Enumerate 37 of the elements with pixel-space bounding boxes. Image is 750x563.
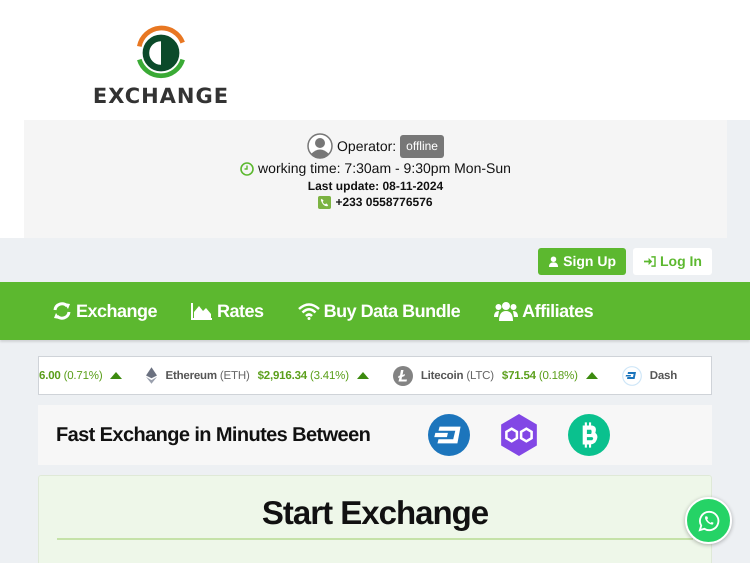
- status-badge: offline: [400, 134, 444, 158]
- nav-link[interactable]: Rates: [191, 300, 264, 322]
- log-in-button[interactable]: Log In: [633, 248, 712, 274]
- area-chart-icon: [191, 302, 214, 320]
- litecoin-icon: [392, 366, 413, 386]
- chat-button[interactable]: [685, 497, 732, 544]
- nav-link[interactable]: Buy Data Bundle: [298, 300, 460, 322]
- dash-coin-icon: [428, 414, 470, 456]
- last-update: Last update: 08-11-2024: [308, 178, 444, 194]
- coin-price: $2,916.34 (3.41%): [258, 370, 349, 382]
- nav-link[interactable]: Affiliates: [494, 300, 594, 322]
- ethereum-icon: [146, 367, 158, 384]
- coin-price: 6.00 (0.71%): [39, 370, 102, 382]
- wifi-icon: [298, 302, 320, 320]
- start-exchange-heading: Start Exchange: [260, 494, 490, 532]
- coin-name: Litecoin (LTC): [420, 370, 494, 382]
- user-avatar-icon: [307, 133, 334, 159]
- user-icon: [548, 256, 560, 266]
- phone-number: +233 0558776576: [335, 194, 433, 210]
- users-icon: [494, 301, 518, 321]
- operator-label: Operator:: [337, 136, 396, 156]
- whatsapp-icon: [698, 510, 720, 532]
- coin-name: Ethereum (ETH): [165, 370, 250, 382]
- nav-link[interactable]: Exchange: [52, 300, 158, 322]
- logo-text: EXCHANGE: [92, 84, 230, 108]
- coin-name: Dash: [650, 370, 678, 382]
- working-time: working time: 7:30am - 9:30pm Mon-Sun: [258, 159, 511, 178]
- coin-price: $71.54 (0.18%): [502, 370, 578, 382]
- phone-icon: [318, 196, 332, 208]
- clock-icon: [240, 162, 254, 176]
- dash-icon: [622, 366, 642, 386]
- sign-in-icon: [643, 256, 656, 266]
- sign-up-button[interactable]: Sign Up: [538, 248, 626, 274]
- polygon-coin-icon: [498, 414, 540, 456]
- fast-exchange-title: Fast Exchange in Minutes Between: [56, 424, 372, 446]
- bitcoin-cash-coin-icon: [568, 414, 610, 456]
- refresh-icon: [52, 301, 72, 321]
